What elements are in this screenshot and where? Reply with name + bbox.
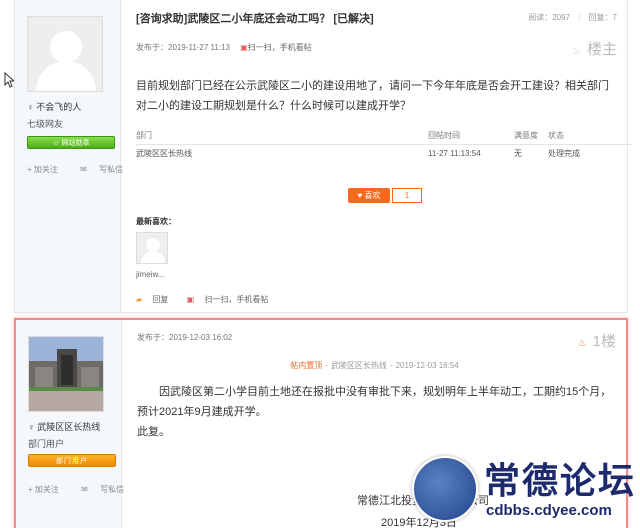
author-sidebar: 闪亮 ♀ 不会飞的人 七级网友 ☺ 网站勋章 + 加关注 ✉ 写私信 <box>15 0 123 312</box>
comment-icon: ▰ <box>136 295 143 304</box>
reply-button[interactable]: ▰ 回复 <box>136 295 176 304</box>
table-header: 部门 回帖时间 满意度 状态 <box>136 128 632 145</box>
author-sidebar: 闪亮 ♀ 武陵区区长热线 部门用户 部门用户 + 加关注 ✉ 写私信 <box>16 320 124 528</box>
mail-icon: ✉ <box>80 165 87 174</box>
post-time: 发布于：2019-12-03 16:02 <box>137 333 233 342</box>
thread-title: [咨询求助]武陵区二小年底还会动工吗？ [已解决] <box>136 13 374 25</box>
post-original: 闪亮 ♀ 不会飞的人 七级网友 ☺ 网站勋章 + 加关注 ✉ 写私信 [咨询求助… <box>14 0 632 313</box>
author-name[interactable]: ♀ 不会飞的人 <box>27 100 81 113</box>
qr-icon: ▣ <box>240 43 248 52</box>
user-icon: ♀ <box>28 422 35 432</box>
building-photo <box>29 337 103 411</box>
scan-qr-link[interactable]: ▣扫一扫，手机看帖 <box>240 43 312 52</box>
post-time: 发布于：2019-11-27 11:13 <box>136 43 230 52</box>
flame-icon: ♨ <box>572 46 581 57</box>
pinned-line: 帖内置顶 - 武陵区区长热线 -2019-12-03 16:54 <box>290 361 459 370</box>
like-button[interactable]: ♥ 喜欢 <box>348 188 390 203</box>
author-name[interactable]: ♀ 武陵区区长热线 <box>28 420 100 433</box>
seal-logo-icon <box>412 456 478 522</box>
post-actions: ▰ 回复 ▣ 扫一扫，手机看帖 <box>136 294 284 305</box>
post-meta: 发布于：2019-11-27 11:13 ▣扫一扫，手机看帖 <box>136 42 312 53</box>
user-icon: ♀ <box>27 102 34 112</box>
post-meta: 发布于：2019-12-03 16:02 <box>137 332 232 343</box>
flame-icon: ♨ <box>577 338 587 349</box>
floor-label: ♨ 楼主 <box>572 41 617 58</box>
table-row: 武陵区区长热线 11-27 11:13:54 无 处理完成 <box>136 144 632 162</box>
reply-body: 因武陵区第二小学目前土地还在报批中没有审批下来，规划明年上半年动工，工期约15个… <box>137 386 612 438</box>
liker-name[interactable]: jimeiw... <box>136 270 164 279</box>
watermark-title: 常德论坛 <box>484 460 637 502</box>
dept-link[interactable]: 武陵区区长热线 <box>136 144 428 162</box>
scan-qr-button[interactable]: ▣ 扫一扫，手机看帖 <box>187 295 277 304</box>
mail-icon: ✉ <box>81 485 88 494</box>
floor-label: ♨ 1楼 <box>577 333 616 350</box>
qr-icon: ▣ <box>186 295 195 304</box>
view-count: 2097 <box>552 13 570 22</box>
post-body: 目前规划部门已经在公示武陵区二小的建设用地了，请问一下今年年底是否会开工建设？相… <box>136 80 609 112</box>
thread-stats: 阅读：2097 | 回复：7 <box>528 13 617 22</box>
avatar[interactable] <box>27 16 103 92</box>
site-watermark: 常德论坛 cdbbs.cdyee.com <box>404 448 640 528</box>
dept-reply-table: 部门 回帖时间 满意度 状态 武陵区区长热线 11-27 11:13:54 无 … <box>136 128 632 162</box>
avatar[interactable] <box>28 336 104 412</box>
follow-button[interactable]: + 加关注 <box>27 165 68 174</box>
heart-icon: ♥ <box>357 191 363 200</box>
user-title: 七级网友 <box>27 119 64 129</box>
reply-count: 7 <box>612 13 617 22</box>
post-content: [咨询求助]武陵区二小年底还会动工吗？ [已解决] 阅读：2097 | 回复：7… <box>122 0 632 312</box>
dept-badge: 部门用户 <box>28 454 116 467</box>
watermark-url: cdbbs.cdyee.com <box>486 502 612 519</box>
recent-likes-title: 最新喜欢： <box>136 217 176 226</box>
like-count: 1 <box>392 188 422 203</box>
liker-avatar[interactable] <box>136 232 168 264</box>
user-title: 部门用户 <box>28 439 65 449</box>
follow-button[interactable]: + 加关注 <box>28 485 69 494</box>
smiley-icon: ☺ <box>52 140 60 147</box>
medal-badge: ☺ 网站勋章 <box>27 136 115 149</box>
